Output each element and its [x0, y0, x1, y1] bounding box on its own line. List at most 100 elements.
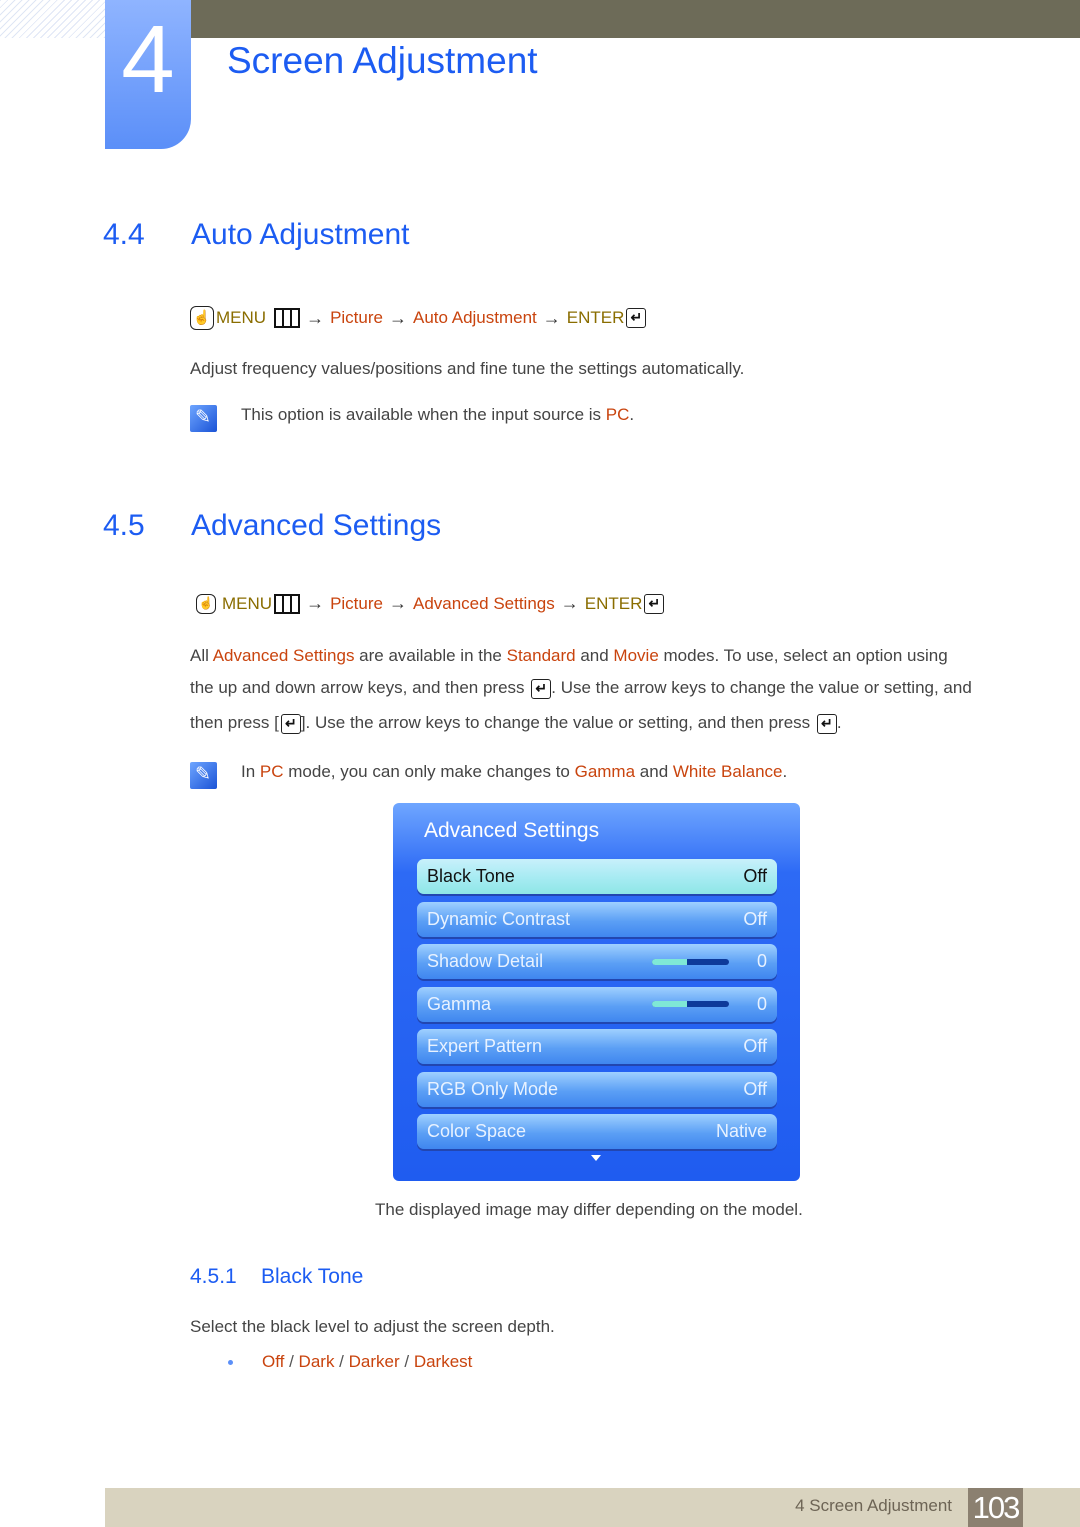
bullet-icon [228, 1359, 233, 1365]
enter-icon: ↵ [280, 713, 301, 734]
note-text-part: This option is available when the input … [241, 405, 606, 424]
note-icon [190, 405, 217, 432]
page-number: 103 [968, 1488, 1023, 1527]
enter-icon: ↵ [644, 593, 665, 614]
decorative-hatch [0, 0, 105, 38]
section-title: Advanced Settings [191, 509, 442, 542]
menu-item-picture: Picture [330, 308, 383, 327]
enter-icon: ↵ [816, 713, 837, 734]
highlight-standard: Standard [506, 646, 576, 665]
option-dark: Dark [298, 1352, 335, 1371]
chapter-number: 4 [121, 6, 175, 113]
arrow: → [306, 593, 325, 613]
hand-pointer-icon: ☝ [196, 593, 216, 614]
section-number: 4.5 [103, 509, 145, 542]
advanced-settings-paragraph-line2: the up and down arrow keys, and then pre… [190, 677, 972, 699]
subsection-title: Black Tone [261, 1265, 364, 1288]
osd-slider[interactable] [651, 958, 729, 965]
text: ]. Use the arrow keys to change the valu… [300, 713, 815, 732]
separator: / [284, 1352, 299, 1371]
footer-chapter-label: 4 Screen Adjustment [795, 1496, 952, 1515]
arrow: → [542, 307, 561, 328]
text: All [190, 646, 213, 665]
section-number: 4.4 [103, 218, 145, 251]
option-off: Off [262, 1352, 285, 1371]
pc-mode-note: In PC mode, you can only make changes to… [241, 761, 787, 783]
osd-slider-fill [651, 958, 687, 965]
osd-row-gamma[interactable]: Gamma 0 [417, 986, 777, 1022]
osd-row-value: Native [715, 1121, 767, 1141]
subsection-number: 4.5.1 [190, 1265, 237, 1288]
menu-item-auto-adjustment: Auto Adjustment [412, 308, 537, 327]
osd-row-value: 0 [756, 951, 767, 971]
osd-slider[interactable] [651, 1001, 729, 1007]
osd-row-value: Off [743, 1078, 767, 1099]
osd-row-label: Color Space [427, 1121, 527, 1141]
osd-slider-fill [651, 1001, 687, 1007]
osd-row-expert-pattern[interactable]: Expert Pattern Off [417, 1029, 777, 1064]
chapter-title: Screen Adjustment [227, 40, 538, 81]
menu-path-auto-adjustment: ☝ MENU → Picture → Auto Adjustment → ENT… [190, 306, 647, 330]
text: and [575, 646, 614, 665]
highlight-movie: Movie [613, 646, 659, 665]
enter-icon: ↵ [531, 678, 552, 699]
osd-row-label: Gamma [427, 993, 492, 1014]
note-icon [190, 762, 217, 789]
text: mode, you can only make changes to [283, 762, 575, 781]
chapter-tab: 4 [105, 0, 191, 149]
scroll-down-icon[interactable] [591, 1155, 601, 1161]
black-tone-description: Select the black level to adjust the scr… [190, 1317, 555, 1336]
osd-row-label: RGB Only Mode [427, 1078, 559, 1099]
text: then press [ [190, 713, 279, 732]
page-footer: 4 Screen Adjustment 103 [105, 1488, 1080, 1527]
menu-label: MENU [222, 593, 273, 613]
menu-item-picture: Picture [330, 593, 383, 613]
highlight-gamma: Gamma [574, 762, 636, 781]
osd-row-value: Off [743, 908, 767, 929]
highlight-white-balance: White Balance [672, 762, 783, 781]
enter-label: ENTER [566, 308, 625, 327]
highlight-advanced-settings: Advanced Settings [212, 646, 355, 665]
note-text: This option is available when the input … [241, 404, 634, 426]
text: are available in the [354, 646, 507, 665]
text: and [635, 762, 673, 781]
osd-row-value: Off [743, 1036, 767, 1056]
osd-row-black-tone[interactable]: Black Tone Off [417, 859, 777, 894]
subsection-heading-black-tone: 4.5.1 Black Tone [190, 1265, 363, 1289]
image-caption: The displayed image may differ depending… [375, 1200, 803, 1219]
osd-row-label: Dynamic Contrast [427, 908, 571, 929]
osd-row-color-space[interactable]: Color Space Native [417, 1114, 777, 1149]
osd-row-label: Black Tone [427, 866, 515, 886]
enter-label: ENTER [584, 593, 643, 613]
arrow: → [388, 307, 407, 328]
osd-row-label: Expert Pattern [427, 1036, 543, 1056]
option-darker: Darker [348, 1352, 400, 1371]
arrow: → [388, 593, 407, 613]
highlight-pc: PC [259, 762, 284, 781]
enter-icon: ↵ [626, 308, 647, 328]
osd-row-value: Off [743, 866, 767, 886]
section-title: Auto Adjustment [191, 218, 410, 251]
section-heading-auto-adjustment: 4.4 Auto Adjustment [103, 218, 409, 252]
osd-row-label: Shadow Detail [427, 951, 544, 971]
menu-label: MENU [216, 308, 267, 327]
osd-title: Advanced Settings [424, 819, 600, 842]
osd-row-dynamic-contrast[interactable]: Dynamic Contrast Off [417, 901, 777, 937]
separator: / [334, 1352, 349, 1371]
text: In [241, 762, 260, 781]
menu-item-advanced-settings: Advanced Settings [412, 593, 555, 613]
text: . [836, 713, 842, 732]
osd-row-value: 0 [756, 993, 767, 1014]
black-tone-options: Off / Dark / Darker / Darkest [228, 1352, 472, 1372]
menu-grid-icon [274, 308, 301, 328]
text: . [782, 762, 788, 781]
arrow: → [306, 307, 325, 328]
osd-row-shadow-detail[interactable]: Shadow Detail 0 [417, 944, 777, 979]
separator: / [399, 1352, 414, 1371]
menu-grid-icon [274, 593, 301, 614]
arrow: → [560, 593, 579, 613]
osd-row-rgb-only-mode[interactable]: RGB Only Mode Off [417, 1071, 777, 1107]
option-darkest: Darkest [413, 1352, 473, 1371]
text: the up and down arrow keys, and then pre… [190, 678, 530, 697]
advanced-settings-paragraph-line3: then press [↵]. Use the arrow keys to ch… [190, 712, 842, 734]
